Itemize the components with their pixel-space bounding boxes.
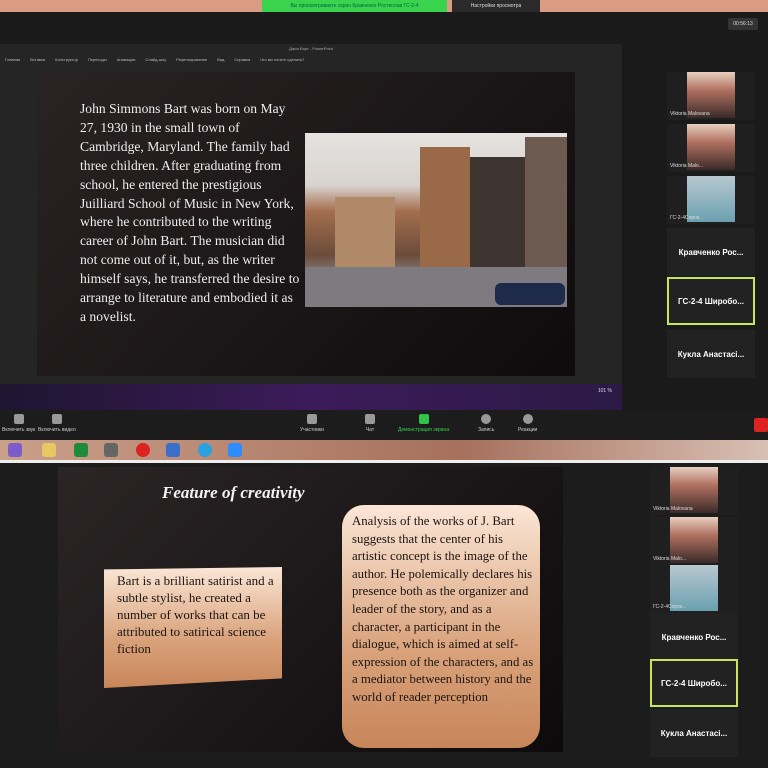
ppt-title: Джон Барт - PowerPoint bbox=[289, 46, 333, 51]
menu-item[interactable]: Переходы bbox=[88, 55, 107, 65]
ppt-ribbon-menu: Главная Вставка Конструктор Переходы Ани… bbox=[0, 55, 622, 65]
word-icon[interactable] bbox=[166, 443, 180, 457]
participant-tile[interactable]: Кравченко Рос... bbox=[667, 228, 755, 276]
zoom-toolbar: Включить звук Включить видео Участники Ч… bbox=[0, 410, 768, 440]
windows-screen-taskbar: 101 % bbox=[0, 384, 622, 410]
telegram-icon[interactable] bbox=[198, 443, 212, 457]
menu-item[interactable]: Справка bbox=[234, 55, 250, 65]
satirist-text-box: Bart is a brilliant satirist and a subtl… bbox=[104, 567, 282, 688]
menu-item[interactable]: Вставка bbox=[30, 55, 45, 65]
participants-button[interactable]: Участники bbox=[300, 414, 324, 433]
chat-button[interactable]: Чат bbox=[365, 414, 375, 433]
viber-icon[interactable] bbox=[8, 443, 22, 457]
participant-tile[interactable]: Viktoria Malovana bbox=[667, 72, 755, 120]
menu-item[interactable]: Главная bbox=[5, 55, 20, 65]
menu-item[interactable]: Слайд-шоу bbox=[145, 55, 166, 65]
reactions-button[interactable]: Реакции bbox=[518, 414, 537, 433]
zoom-level: 101 % bbox=[597, 388, 612, 394]
opera-icon[interactable] bbox=[136, 443, 150, 457]
meeting-timer: 00:56:13 bbox=[728, 18, 758, 30]
share-screen-button[interactable]: Демонстрация экрана bbox=[398, 414, 449, 433]
participant-tile-active[interactable]: ГС-2-4 Широбо... bbox=[650, 659, 738, 707]
calculator-icon[interactable] bbox=[104, 443, 118, 457]
unmute-button[interactable]: Включить звук bbox=[2, 414, 35, 433]
participant-tile[interactable]: ГС-2-4Сорок... bbox=[667, 176, 755, 224]
zoom-icon[interactable] bbox=[228, 443, 242, 457]
menu-item[interactable]: Рецензирование bbox=[176, 55, 207, 65]
tell-me-search[interactable]: Что вы хотите сделать? bbox=[260, 55, 304, 65]
folder-icon[interactable] bbox=[42, 443, 56, 457]
participant-tile[interactable]: ГС-2-4Сорок... bbox=[650, 565, 738, 613]
participant-tile[interactable]: Кравченко Рос... bbox=[650, 613, 738, 661]
menu-item[interactable]: Конструктор bbox=[55, 55, 78, 65]
slide-biography-text: John Simmons Bart was born on May 27, 19… bbox=[80, 101, 300, 324]
record-button[interactable]: Запись bbox=[478, 414, 494, 433]
cambridge-street-photo bbox=[305, 133, 567, 307]
participant-tile[interactable]: Viktoria Malo... bbox=[667, 124, 755, 172]
end-meeting-button[interactable] bbox=[754, 418, 768, 432]
menu-item[interactable]: Анимация bbox=[117, 55, 136, 65]
participant-tile[interactable]: Viktoria Malovana bbox=[650, 467, 738, 515]
participant-tile[interactable]: Кукла Анастасі... bbox=[650, 709, 738, 757]
slide-title: Feature of creativity bbox=[162, 483, 305, 502]
desktop-taskbar bbox=[0, 440, 768, 460]
analysis-text-box: Analysis of the works of J. Bart suggest… bbox=[342, 505, 540, 748]
start-video-button[interactable]: Включить видео bbox=[38, 414, 76, 433]
view-options-button[interactable]: Настройки просмотра bbox=[452, 0, 540, 12]
viewing-banner: Вы просматриваете экран Кравченко Ростис… bbox=[262, 0, 447, 12]
excel-icon[interactable] bbox=[74, 443, 88, 457]
participant-tile[interactable]: Viktoria Malo... bbox=[650, 517, 738, 565]
participant-tile-active[interactable]: ГС-2-4 Широбо... bbox=[667, 277, 755, 325]
participant-tile[interactable]: Кукла Анастасі... bbox=[667, 330, 755, 378]
menu-item[interactable]: Вид bbox=[217, 55, 224, 65]
